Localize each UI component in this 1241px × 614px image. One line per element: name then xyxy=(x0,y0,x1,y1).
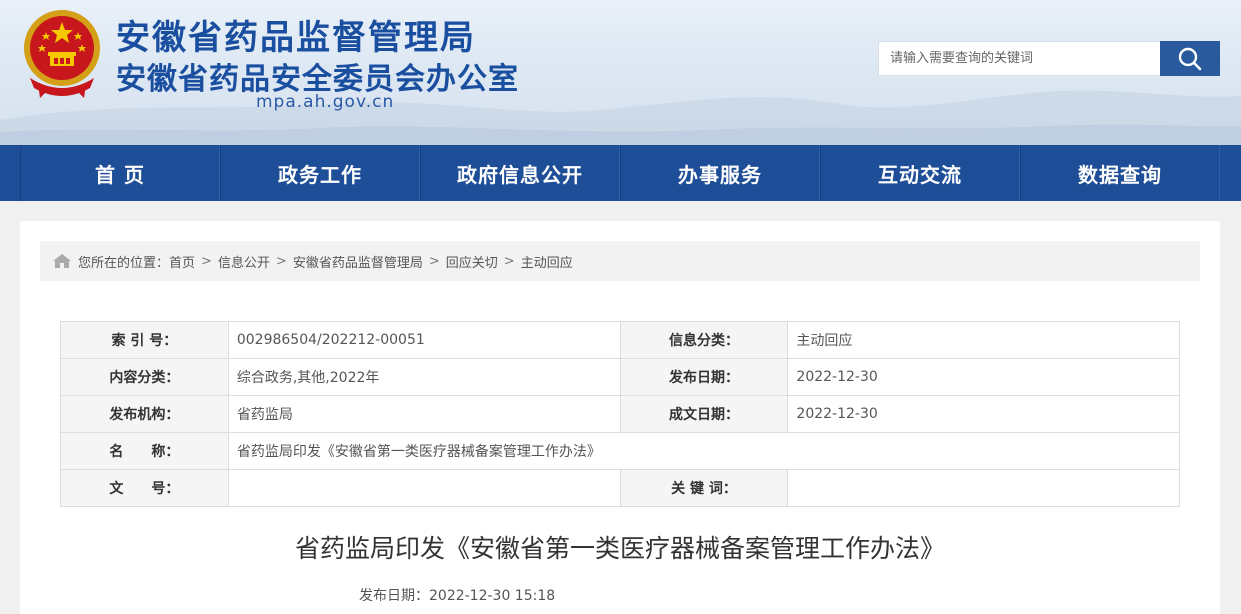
publish-date-label: 发布日期： xyxy=(619,358,789,396)
document-metadata-table: 索 引 号： 002986504/202212-00051 信息分类： 主动回应… xyxy=(60,321,1181,507)
nav-item-interaction[interactable]: 互动交流 xyxy=(820,145,1020,201)
nav-item-government-affairs[interactable]: 政务工作 xyxy=(220,145,420,201)
article-publish-date: 发布日期：2022-12-30 15:18 xyxy=(359,588,556,604)
index-number-value: 002986504/202212-00051 xyxy=(227,321,621,359)
breadcrumb-link-home[interactable]: 首页 xyxy=(169,252,195,271)
site-domain: mpa.ah.gov.cn xyxy=(256,92,395,112)
content-category-label: 内容分类： xyxy=(60,358,229,396)
written-date-value: 2022-12-30 xyxy=(787,395,1180,433)
publisher-value: 省药监局 xyxy=(227,395,621,433)
site-header: 安徽省药品监督管理局 安徽省药品安全委员会办公室 mpa.ah.gov.cn xyxy=(0,0,1241,145)
breadcrumb-prefix: 您所在的位置： xyxy=(78,255,170,271)
breadcrumb: 您所在的位置： 首页 > 信息公开 > 安徽省药品监督管理局 > 回应关切 > … xyxy=(40,241,1200,281)
breadcrumb-separator: > xyxy=(503,253,515,269)
breadcrumb-link-info-disclosure[interactable]: 信息公开 xyxy=(218,252,270,271)
keywords-value xyxy=(787,469,1180,507)
site-title-primary: 安徽省药品监督管理局 xyxy=(116,18,476,58)
table-row: 索 引 号： 002986504/202212-00051 信息分类： 主动回应 xyxy=(60,321,1180,359)
table-row: 文 号： 关 键 词： xyxy=(60,469,1180,507)
national-emblem-icon xyxy=(20,8,104,100)
main-content: 您所在的位置： 首页 > 信息公开 > 安徽省药品监督管理局 > 回应关切 > … xyxy=(20,221,1220,614)
breadcrumb-separator: > xyxy=(275,253,287,269)
nav-item-home[interactable]: 首 页 xyxy=(20,145,220,201)
document-number-value xyxy=(227,469,621,507)
breadcrumb-link-bureau[interactable]: 安徽省药品监督管理局 xyxy=(293,252,423,271)
home-icon xyxy=(53,254,71,268)
search-button[interactable] xyxy=(1160,41,1220,76)
written-date-label: 成文日期： xyxy=(619,395,789,433)
search-box xyxy=(878,41,1160,76)
breadcrumb-separator: > xyxy=(428,253,440,269)
search-input[interactable] xyxy=(879,42,1160,75)
publish-date-value: 2022-12-30 xyxy=(787,358,1180,396)
breadcrumb-link-response[interactable]: 回应关切 xyxy=(446,252,498,271)
article-title: 省药监局印发《安徽省第一类医疗器械备案管理工作办法》 xyxy=(294,534,945,563)
document-name-value: 省药监局印发《安徽省第一类医疗器械备案管理工作办法》 xyxy=(227,432,1181,470)
table-row: 发布机构： 省药监局 成文日期： 2022-12-30 xyxy=(60,395,1180,433)
table-row: 名 称： 省药监局印发《安徽省第一类医疗器械备案管理工作办法》 xyxy=(60,432,1181,470)
nav-item-services[interactable]: 办事服务 xyxy=(620,145,820,201)
nav-item-data-query[interactable]: 数据查询 xyxy=(1020,145,1220,201)
breadcrumb-link-active-response[interactable]: 主动回应 xyxy=(521,252,573,271)
breadcrumb-separator: > xyxy=(201,253,212,269)
document-number-label: 文 号： xyxy=(60,469,229,507)
table-row: 内容分类： 综合政务,其他,2022年 发布日期： 2022-12-30 xyxy=(60,358,1180,396)
publisher-label: 发布机构： xyxy=(60,395,229,433)
nav-item-information-disclosure[interactable]: 政府信息公开 xyxy=(420,145,620,201)
document-name-label: 名 称： xyxy=(60,432,229,470)
search-icon xyxy=(1178,47,1202,70)
info-category-value: 主动回应 xyxy=(787,321,1180,359)
content-category-value: 综合政务,其他,2022年 xyxy=(227,358,621,396)
index-number-label: 索 引 号： xyxy=(60,321,229,359)
info-category-label: 信息分类： xyxy=(619,321,789,359)
main-nav: 首 页 政务工作 政府信息公开 办事服务 互动交流 数据查询 xyxy=(0,145,1241,201)
keywords-label: 关 键 词： xyxy=(619,469,789,507)
